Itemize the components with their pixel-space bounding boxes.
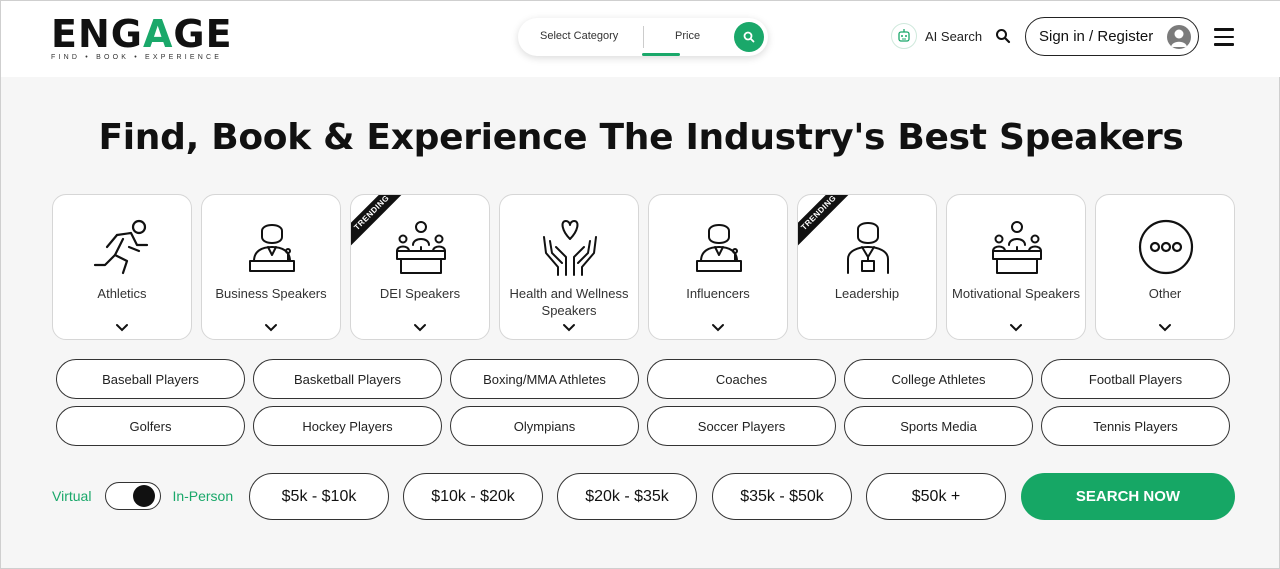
price-range-50k-plus[interactable]: $50k + xyxy=(866,473,1006,520)
chevron-down-icon[interactable] xyxy=(1158,323,1172,332)
ai-search-label: AI Search xyxy=(925,28,983,44)
sign-in-label: Sign in / Register xyxy=(1039,28,1154,45)
category-label: Athletics xyxy=(97,286,147,301)
influencer-icon xyxy=(696,224,742,272)
chip-soccer-players[interactable]: Soccer Players xyxy=(647,406,836,446)
ai-search-button[interactable]: AI Search xyxy=(891,23,982,49)
chip-golfers[interactable]: Golfers xyxy=(56,406,245,446)
podium-speakers-icon xyxy=(396,221,446,274)
logo-text-pre: ENG xyxy=(51,12,143,56)
category-card-health-wellness[interactable]: Health and Wellness Speakers xyxy=(499,194,639,340)
header-search-bar: Select Category Price xyxy=(518,18,768,56)
toggle-label-in-person[interactable]: In-Person xyxy=(172,488,233,504)
engage-logo[interactable]: ENG A GE FIND • BOOK • EXPERIENCE xyxy=(51,15,241,61)
chip-sports-media[interactable]: Sports Media xyxy=(844,406,1033,446)
logo-tagline: FIND • BOOK • EXPERIENCE xyxy=(51,54,223,61)
search-divider xyxy=(643,26,644,48)
leader-icon xyxy=(847,222,889,274)
category-card-business-speakers[interactable]: Business Speakers xyxy=(201,194,341,340)
chip-basketball-players[interactable]: Basketball Players xyxy=(253,359,442,399)
price-dropdown[interactable]: Price xyxy=(675,30,700,42)
category-label: DEI Speakers xyxy=(379,286,461,301)
price-range-35k-50k[interactable]: $35k - $50k xyxy=(712,473,852,520)
category-label: Other xyxy=(1148,286,1182,301)
price-range-5k-10k[interactable]: $5k - $10k xyxy=(249,473,389,520)
hamburger-menu-icon[interactable] xyxy=(1214,28,1234,46)
price-range-20k-35k[interactable]: $20k - $35k xyxy=(557,473,697,520)
chevron-down-icon[interactable] xyxy=(562,323,576,332)
category-card-athletics[interactable]: Athletics xyxy=(52,194,192,340)
category-card-other[interactable]: Other xyxy=(1095,194,1235,340)
business-speaker-icon xyxy=(249,224,295,272)
category-label: Business Speakers xyxy=(215,286,327,301)
category-label: Leadership xyxy=(834,286,900,301)
chevron-down-icon[interactable] xyxy=(413,323,427,332)
chip-tennis-players[interactable]: Tennis Players xyxy=(1041,406,1230,446)
header-search-button[interactable] xyxy=(734,22,764,52)
logo-text-a: A xyxy=(142,12,174,56)
chevron-down-icon[interactable] xyxy=(264,323,278,332)
chip-football-players[interactable]: Football Players xyxy=(1041,359,1230,399)
chevron-down-icon[interactable] xyxy=(115,323,129,332)
toggle-label-virtual[interactable]: Virtual xyxy=(52,488,91,504)
category-label: Motivational Speakers xyxy=(952,286,1080,301)
sign-in-register-button[interactable]: Sign in / Register xyxy=(1025,17,1199,56)
chip-boxing-mma-athletes[interactable]: Boxing/MMA Athletes xyxy=(450,359,639,399)
search-icon[interactable] xyxy=(995,28,1011,44)
chevron-down-icon[interactable] xyxy=(711,323,725,332)
category-card-motivational-speakers[interactable]: Motivational Speakers xyxy=(946,194,1086,340)
chip-coaches[interactable]: Coaches xyxy=(647,359,836,399)
site-header: ENG A GE FIND • BOOK • EXPERIENCE Select C… xyxy=(1,1,1280,77)
ai-robot-icon xyxy=(891,23,917,49)
select-category-dropdown[interactable]: Select Category xyxy=(540,30,618,42)
podium-speakers-icon xyxy=(992,221,1042,274)
page-title: Find, Book & Experience The Industry's B… xyxy=(98,117,1184,158)
category-label: Influencers xyxy=(686,286,750,301)
virtual-in-person-toggle[interactable] xyxy=(105,482,162,510)
price-underline xyxy=(642,53,680,56)
search-now-button[interactable]: SEARCH NOW xyxy=(1021,473,1235,520)
chip-college-athletes[interactable]: College Athletes xyxy=(844,359,1033,399)
search-icon xyxy=(743,31,755,43)
hands-heart-icon xyxy=(543,220,597,276)
category-card-dei-speakers[interactable]: TRENDING DEI Speakers xyxy=(350,194,490,340)
chip-hockey-players[interactable]: Hockey Players xyxy=(253,406,442,446)
toggle-knob[interactable] xyxy=(133,485,156,507)
price-range-10k-20k[interactable]: $10k - $20k xyxy=(403,473,543,520)
chip-baseball-players[interactable]: Baseball Players xyxy=(56,359,245,399)
avatar-icon xyxy=(1167,25,1191,49)
more-circle-icon xyxy=(1138,219,1194,275)
category-label: Health and Wellness Speakers xyxy=(509,286,629,318)
chevron-down-icon[interactable] xyxy=(1009,323,1023,332)
event-type-toggle-row: Virtual In-Person xyxy=(52,482,233,510)
category-card-leadership[interactable]: TRENDING Leadership xyxy=(797,194,937,340)
chip-olympians[interactable]: Olympians xyxy=(450,406,639,446)
category-card-influencers[interactable]: Influencers xyxy=(648,194,788,340)
runner-icon xyxy=(93,219,149,275)
logo-text-post: GE xyxy=(173,12,233,56)
